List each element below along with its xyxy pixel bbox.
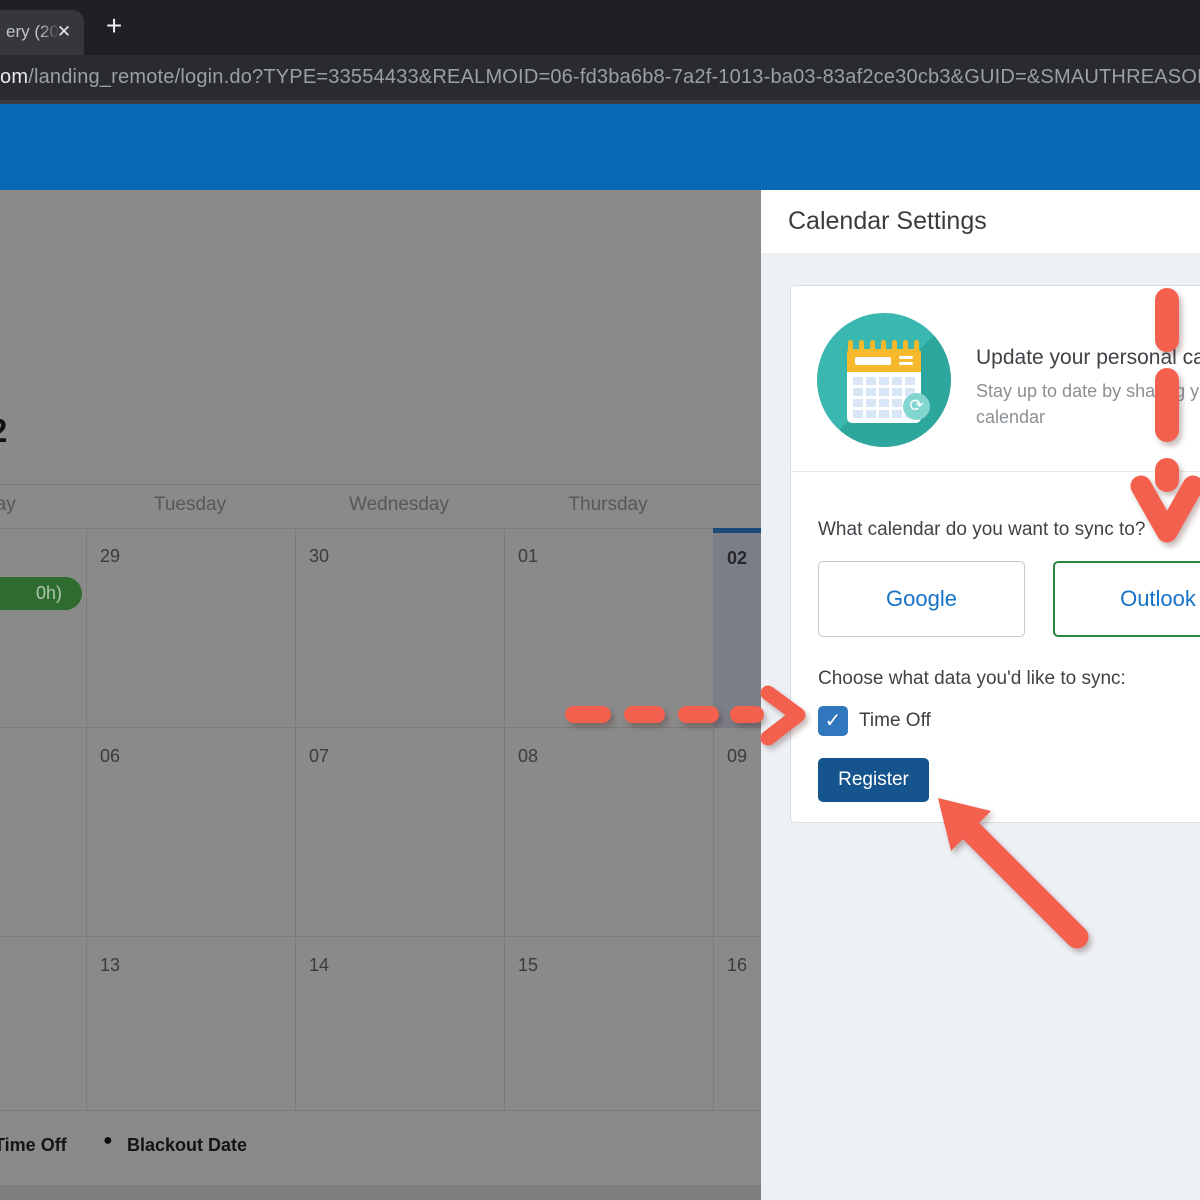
- app-header-bar: [0, 104, 1200, 190]
- month-title: 2: [0, 412, 7, 450]
- date-cell-label: 08: [518, 746, 538, 767]
- page-bottom-strip: [0, 1185, 761, 1200]
- calendar-sync-icon: ⟳: [817, 313, 951, 447]
- day-header-divider: [0, 484, 761, 485]
- grid-line: [295, 528, 296, 1110]
- panel-title: Calendar Settings: [788, 190, 987, 253]
- date-cell-label: 15: [518, 955, 538, 976]
- sync-question: What calendar do you want to sync to?: [818, 519, 1145, 541]
- date-cell-label: 07: [309, 746, 329, 767]
- date-cell-label: 13: [100, 955, 120, 976]
- time-off-checkbox[interactable]: ✓: [818, 706, 848, 736]
- day-header-monday: Monday: [0, 487, 16, 523]
- panel-header: Calendar Settings: [761, 190, 1200, 253]
- date-cell-label: 30: [309, 546, 329, 567]
- legend-blackout-date: Blackout Date: [127, 1135, 247, 1156]
- grid-line: [86, 528, 87, 1110]
- card-heading: Update your personal calendar: [976, 344, 1200, 372]
- legend-time-off: Time Off: [0, 1135, 67, 1156]
- day-header-tuesday: Tuesday: [154, 487, 226, 523]
- grid-line: [0, 727, 761, 728]
- outlook-button[interactable]: Outlook: [1053, 561, 1200, 637]
- calendar-settings-panel: Calendar Settings ⟳ Update your personal…: [761, 190, 1200, 1200]
- url-path-text: /landing_remote/login.do?TYPE=33554433&R…: [28, 66, 1200, 88]
- settings-card: ⟳ Update your personal calendar Stay up …: [790, 285, 1200, 823]
- google-button[interactable]: Google: [818, 561, 1025, 637]
- url-domain-text: om: [0, 66, 28, 88]
- date-cell-label: 01: [518, 546, 538, 567]
- date-cell-label: 14: [309, 955, 329, 976]
- legend-bar: Time Off ● Blackout Date: [0, 1110, 761, 1186]
- event-pill-label: 0h): [36, 583, 62, 604]
- card-divider: [791, 471, 1200, 472]
- new-tab-button[interactable]: +: [97, 10, 131, 44]
- browser-tab-bar: ery (20 ✕ +: [0, 0, 1200, 55]
- card-text-block: Update your personal calendar Stay up to…: [976, 344, 1200, 430]
- calendar-icon-header: [847, 349, 921, 372]
- address-bar[interactable]: om/landing_remote/login.do?TYPE=33554433…: [0, 55, 1200, 100]
- close-tab-icon[interactable]: ✕: [52, 20, 76, 44]
- register-button[interactable]: Register: [818, 758, 929, 802]
- date-cell-label: 16: [727, 955, 747, 976]
- day-header-wednesday: Wednesday: [349, 487, 449, 523]
- grid-line: [0, 936, 761, 937]
- day-header-thursday: Thursday: [568, 487, 647, 523]
- grid-line: [0, 528, 761, 529]
- date-cell-label: 29: [100, 546, 120, 567]
- sync-badge-icon: ⟳: [903, 393, 930, 420]
- screenshot-root: ery (20 ✕ + om/landing_remote/login.do?T…: [0, 0, 1200, 1200]
- date-cell-label: 02: [727, 548, 747, 569]
- legend-bullet-icon: ●: [103, 1132, 113, 1150]
- calendar-dimmed-region: 2 Monday Tuesday Wednesday Thursday Frid…: [0, 190, 761, 1200]
- grid-line: [504, 528, 505, 1110]
- date-cell-label: 09: [727, 746, 747, 767]
- event-pill: 0h): [0, 577, 82, 610]
- browser-tab[interactable]: ery (20 ✕: [0, 10, 84, 55]
- panel-body: ⟳ Update your personal calendar Stay up …: [761, 253, 1200, 1200]
- time-off-label[interactable]: Time Off: [859, 710, 931, 732]
- data-question: Choose what data you'd like to sync:: [818, 668, 1126, 690]
- date-cell-label: 06: [100, 746, 120, 767]
- card-description: Stay up to date by sharing your calendar: [976, 378, 1200, 430]
